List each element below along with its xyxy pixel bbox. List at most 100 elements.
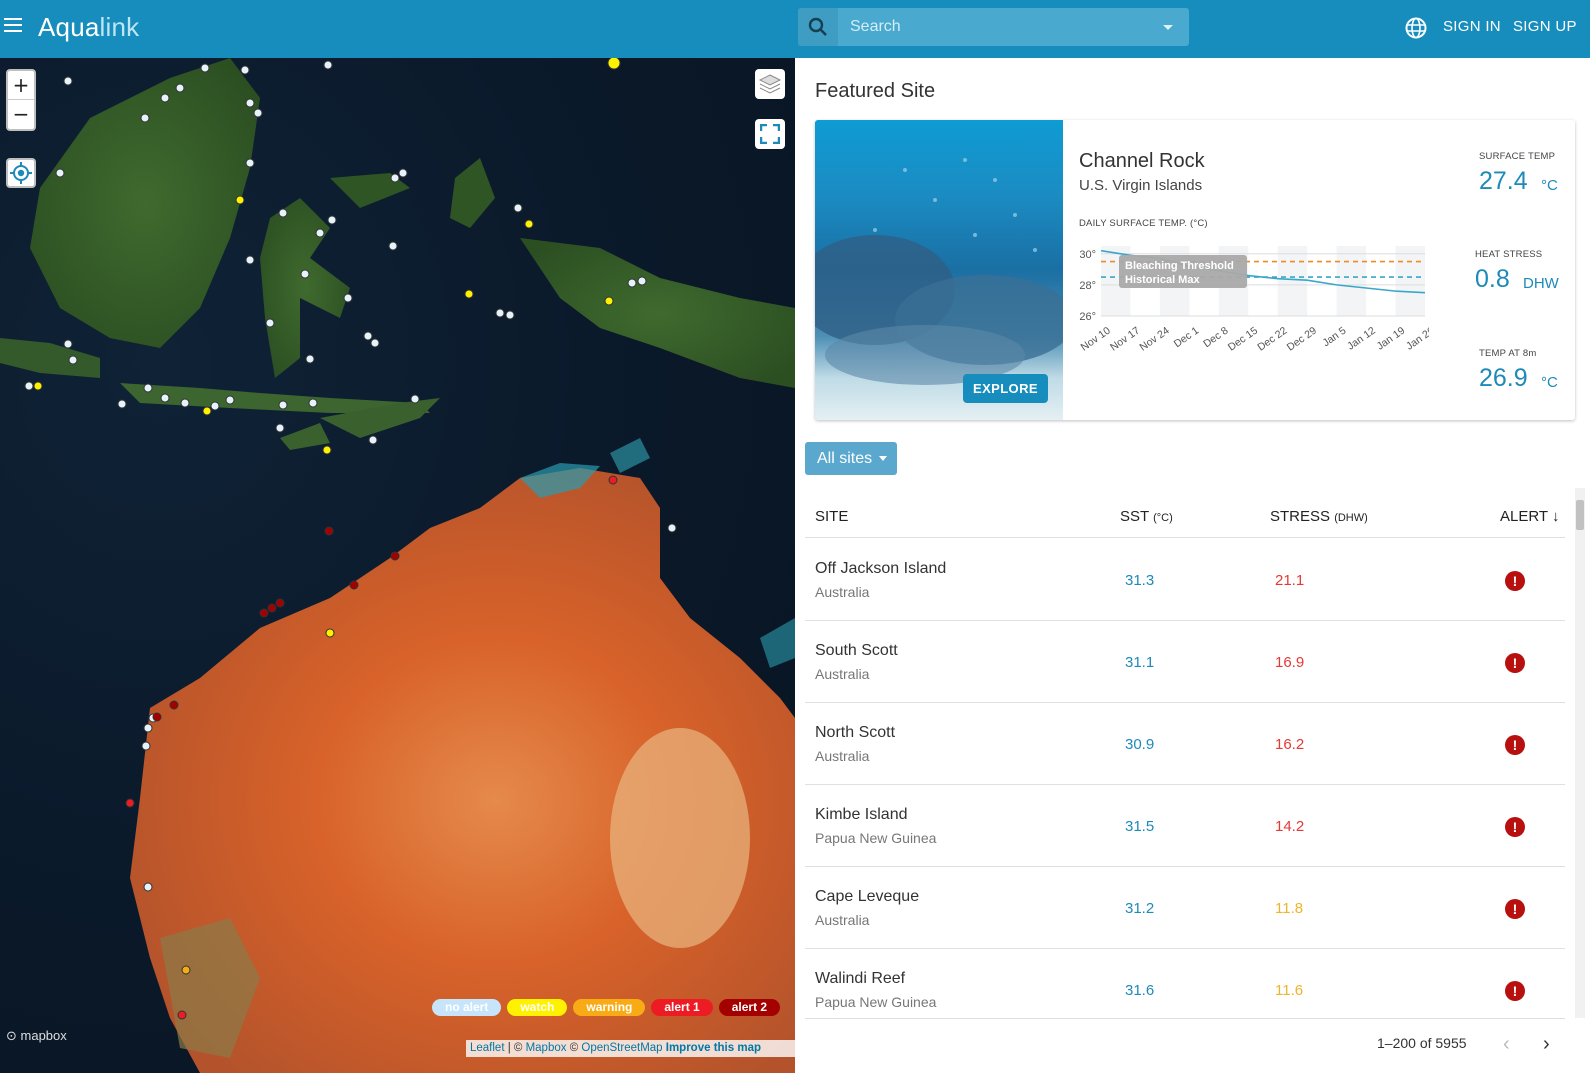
table-header: SITE SST (°C) STRESS (DHW) ALERT ↓ <box>805 488 1565 538</box>
y-tick-label: 26° <box>1079 311 1096 323</box>
annotation-label: Bleaching Threshold <box>1125 260 1234 272</box>
legend-alert-1: alert 1 <box>651 999 713 1016</box>
table-pagination: 1–200 of 5955 ‹ › <box>805 1018 1565 1073</box>
dhw-value: 11.8 <box>1275 900 1304 917</box>
featured-site-heading: Featured Site <box>815 80 936 102</box>
dhw-value: 11.6 <box>1275 982 1304 999</box>
legend-alert-2: alert 2 <box>718 999 781 1016</box>
mapbox-link[interactable]: Mapbox <box>526 1042 567 1054</box>
site-name: Walindi Reef <box>815 970 906 987</box>
zoom-out-button[interactable]: − <box>8 100 34 129</box>
surface-temp-value: 27.4 <box>1479 167 1528 195</box>
table-row[interactable]: South Scott Australia 31.1 16.9! <box>805 621 1565 703</box>
x-tick-label: Dec 29 <box>1285 325 1319 354</box>
zoom-in-button[interactable]: + <box>8 71 34 100</box>
sort-arrow-down-icon[interactable]: ↓ <box>1552 508 1560 525</box>
sst-value: 31.3 <box>1125 572 1155 589</box>
col-header-site[interactable]: SITE <box>815 508 848 525</box>
featured-site-image: EXPLORE <box>815 120 1063 420</box>
mapbox-logo[interactable]: ⊙ mapbox <box>6 1028 67 1044</box>
col-header-stress[interactable]: STRESS (DHW) <box>1270 508 1368 525</box>
prev-page-icon[interactable]: ‹ <box>1503 1033 1510 1056</box>
language-globe-icon[interactable] <box>1404 16 1428 40</box>
site-name: North Scott <box>815 724 896 741</box>
site-region: Papua New Guinea <box>815 994 937 1010</box>
x-tick-label: Nov 10 <box>1079 325 1113 354</box>
alert-icon: ! <box>1505 899 1525 919</box>
y-tick-label: 30° <box>1079 249 1096 261</box>
table-row[interactable]: Off Jackson Island Australia 31.3 21.1! <box>805 539 1565 621</box>
pagination-range: 1–200 of 5955 <box>1377 1035 1467 1051</box>
x-tick-label: Dec 1 <box>1172 325 1201 351</box>
col-header-sst[interactable]: SST (°C) <box>1120 508 1173 525</box>
y-tick-label: 28° <box>1079 280 1096 292</box>
x-tick-label: Dec 22 <box>1255 325 1289 354</box>
scrollbar-thumb[interactable] <box>1576 500 1584 530</box>
attribution-separator: | © <box>504 1042 526 1054</box>
col-header-sst-label: SST <box>1120 508 1149 525</box>
layers-icon[interactable] <box>755 69 785 99</box>
table-scrollbar[interactable] <box>1575 488 1585 1018</box>
brand-prefix: Aqua <box>38 12 100 42</box>
featured-site-name: Channel Rock <box>1079 150 1205 172</box>
col-header-stress-unit: (DHW) <box>1334 512 1368 524</box>
x-tick-label: Dec 15 <box>1226 325 1260 354</box>
x-tick-label: Nov 24 <box>1137 325 1171 354</box>
site-region: Australia <box>815 584 870 600</box>
alert-icon: ! <box>1505 817 1525 837</box>
site-panel: Featured Site EXPLORE Channel Rock U.S. … <box>795 58 1590 1073</box>
dhw-value: 16.9 <box>1275 654 1305 671</box>
sign-up-link[interactable]: SIGN UP <box>1513 18 1577 35</box>
legend-no-alert: no alert <box>432 999 502 1016</box>
surface-temp-label: SURFACE TEMP <box>1479 151 1556 162</box>
chart-band <box>1395 246 1425 316</box>
featured-site-region: U.S. Virgin Islands <box>1079 177 1203 194</box>
search-icon[interactable] <box>798 8 838 46</box>
improve-map-link[interactable]: Improve this map <box>666 1042 761 1054</box>
sign-in-link[interactable]: SIGN IN <box>1443 18 1501 35</box>
mapbox-logo-text: mapbox <box>20 1028 67 1043</box>
next-page-icon[interactable]: › <box>1543 1033 1550 1056</box>
explore-button[interactable]: EXPLORE <box>963 374 1048 403</box>
sst-value: 31.5 <box>1125 818 1155 835</box>
featured-site-card: EXPLORE Channel Rock U.S. Virgin Islands… <box>815 120 1575 420</box>
heat-stress-label: HEAT STRESS <box>1475 249 1543 260</box>
leaflet-link[interactable]: Leaflet <box>470 1042 505 1054</box>
site-filter-label: All sites <box>817 449 873 467</box>
site-region: Australia <box>815 748 870 764</box>
annotation-label: Historical Max <box>1125 274 1200 286</box>
search-input[interactable] <box>838 18 1163 36</box>
fullscreen-icon[interactable] <box>755 119 785 149</box>
menu-icon[interactable] <box>4 14 30 40</box>
site-filter-dropdown[interactable]: All sites <box>805 442 897 475</box>
x-tick-label: Jan 19 <box>1375 325 1408 353</box>
alert-icon: ! <box>1505 571 1525 591</box>
x-tick-label: Dec 8 <box>1201 325 1230 351</box>
site-name: Off Jackson Island <box>815 560 947 577</box>
site-name: Kimbe Island <box>815 806 908 823</box>
dhw-value: 21.1 <box>1275 572 1305 589</box>
locate-icon[interactable] <box>6 158 36 188</box>
dhw-value: 16.2 <box>1275 736 1305 753</box>
table-row[interactable]: Cape Leveque Australia 31.2 11.8! <box>805 867 1565 949</box>
sst-value: 31.6 <box>1125 982 1155 999</box>
surface-temp-unit: °C <box>1541 177 1558 194</box>
x-tick-label: Jan 12 <box>1345 325 1378 353</box>
chart-title: DAILY SURFACE TEMP. (°C) <box>1079 218 1208 229</box>
table-row[interactable]: Kimbe Island Papua New Guinea 31.5 14.2! <box>805 785 1565 867</box>
col-header-alert-label: ALERT <box>1500 508 1548 525</box>
chart-band <box>1277 246 1308 316</box>
map-view[interactable]: + − no alert watch warning alert 1 alert… <box>0 58 795 1073</box>
temp-depth-value: 26.9 <box>1479 364 1528 392</box>
x-tick-label: Jan 5 <box>1320 325 1348 350</box>
app-logo[interactable]: Aqualink <box>38 12 139 43</box>
search-bar[interactable] <box>798 8 1189 46</box>
col-header-stress-label: STRESS <box>1270 508 1331 525</box>
osm-link[interactable]: OpenStreetMap <box>581 1042 662 1054</box>
table-row[interactable]: North Scott Australia 30.9 16.2! <box>805 703 1565 785</box>
search-dropdown-icon[interactable] <box>1163 24 1173 30</box>
col-header-alert[interactable]: ALERT ↓ <box>1500 508 1559 525</box>
attribution-separator: © <box>566 1042 582 1054</box>
site-region: Papua New Guinea <box>815 830 937 846</box>
chart-band <box>1336 246 1367 316</box>
